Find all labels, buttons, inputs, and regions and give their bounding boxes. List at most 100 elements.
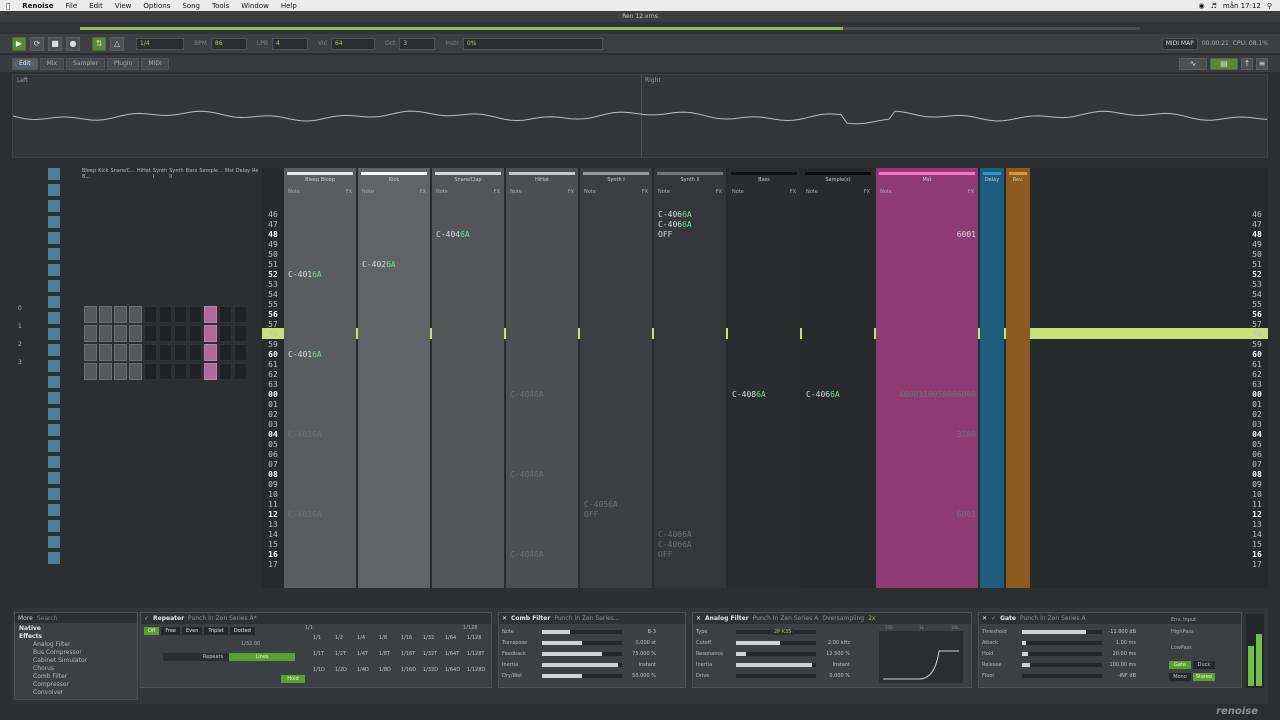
- repeater-division[interactable]: 1/16D: [401, 667, 423, 683]
- matrix-slot[interactable]: [189, 325, 202, 342]
- repeater-division[interactable]: 1/1D: [313, 667, 335, 683]
- sequence-slot[interactable]: [48, 472, 60, 484]
- pattern-cell[interactable]: C-4016A: [284, 430, 354, 440]
- repeater-division[interactable]: 1/4T: [357, 651, 379, 667]
- matrix-slot[interactable]: [144, 344, 157, 361]
- sequence-slot[interactable]: [48, 216, 60, 228]
- matrix-slot[interactable]: [84, 344, 97, 361]
- matrix-slot[interactable]: [234, 344, 247, 361]
- matrix-slot[interactable]: [159, 306, 172, 323]
- matrix-slot[interactable]: [174, 344, 187, 361]
- play-button[interactable]: ▶: [12, 36, 26, 51]
- track-header[interactable]: HiHat Note FX: [506, 168, 578, 206]
- sequence-slot[interactable]: [48, 248, 60, 260]
- sequence-slot[interactable]: [48, 536, 60, 548]
- repeater-division[interactable]: 1/128D: [467, 667, 489, 683]
- track-column[interactable]: Bleep Bloop Note FX: [284, 168, 356, 588]
- track-header[interactable]: Bass Note FX: [728, 168, 800, 206]
- matrix-slot[interactable]: [144, 325, 157, 342]
- param-slider[interactable]: [542, 640, 622, 645]
- track-header[interactable]: Rev.: [1006, 168, 1030, 206]
- analog-close-icon[interactable]: ✕: [696, 615, 701, 622]
- track-column[interactable]: Sample(s) Note FX: [802, 168, 874, 588]
- pattern-cell[interactable]: 6001: [876, 510, 976, 520]
- sequence-slot[interactable]: [48, 280, 60, 292]
- track-header[interactable]: Synth II Note FX: [654, 168, 726, 206]
- matrix-slot[interactable]: [219, 306, 232, 323]
- repeater-division[interactable]: 1/64D: [445, 667, 467, 683]
- param-slider[interactable]: [542, 651, 622, 656]
- matrix-slot[interactable]: [129, 344, 142, 361]
- pattern-cell[interactable]: C-4016A: [284, 350, 354, 360]
- gate-enable-checkbox[interactable]: ✓: [991, 615, 996, 622]
- menu-edit[interactable]: Edit: [83, 2, 109, 10]
- duck-mode-button[interactable]: Duck: [1193, 661, 1215, 669]
- follow-button[interactable]: ⇅: [92, 36, 106, 51]
- sequence-slot[interactable]: [48, 440, 60, 452]
- sequence-slot[interactable]: [48, 264, 60, 276]
- matrix-slot[interactable]: [219, 363, 232, 380]
- pattern-matrix[interactable]: [84, 306, 247, 382]
- matrix-slot[interactable]: [99, 344, 112, 361]
- repeater-division[interactable]: 1/8: [379, 635, 401, 651]
- midi-map-button[interactable]: MIDI MAP: [1161, 37, 1198, 50]
- track-header[interactable]: Snare/Clap Note FX: [432, 168, 504, 206]
- repeater-division[interactable]: 1/64T: [445, 651, 467, 667]
- matrix-slot[interactable]: [204, 306, 217, 323]
- comb-close-icon[interactable]: ✕: [502, 615, 507, 622]
- matrix-slot[interactable]: [144, 306, 157, 323]
- menu-options[interactable]: Options: [137, 2, 176, 10]
- sequence-slot[interactable]: [48, 488, 60, 500]
- seq-row-0[interactable]: 0: [18, 305, 62, 323]
- param-slider[interactable]: [736, 662, 816, 667]
- matrix-slot[interactable]: [189, 344, 202, 361]
- stop-button[interactable]: ■: [48, 36, 62, 51]
- repeater-division[interactable]: 1/8D: [379, 667, 401, 683]
- matrix-slot[interactable]: [99, 363, 112, 380]
- repeater-division[interactable]: 1/2D: [335, 667, 357, 683]
- browser-item[interactable]: Chorus: [19, 665, 133, 673]
- repeater-division[interactable]: 1/1T: [313, 651, 335, 667]
- matrix-slot[interactable]: [174, 325, 187, 342]
- browser-more[interactable]: More: [18, 615, 33, 622]
- matrix-slot[interactable]: [174, 306, 187, 323]
- sequence-slot[interactable]: [48, 392, 60, 404]
- tab-mix[interactable]: Mix: [39, 57, 65, 70]
- track-column[interactable]: Delay: [980, 168, 1004, 588]
- param-slider[interactable]: [542, 673, 622, 678]
- apple-icon[interactable]: : [0, 2, 16, 10]
- browser-item[interactable]: Analog Filter: [19, 641, 133, 649]
- spectrum-button[interactable]: ▤: [1210, 57, 1238, 70]
- seq-row-3[interactable]: 3: [18, 359, 62, 377]
- repeater-hold-button[interactable]: Hold: [281, 675, 305, 683]
- repeater-division[interactable]: 1/1: [313, 635, 335, 651]
- oct-field[interactable]: 3: [399, 37, 436, 50]
- menu-window[interactable]: Window: [235, 2, 275, 10]
- sequence-slot[interactable]: [48, 504, 60, 516]
- matrix-slot[interactable]: [99, 325, 112, 342]
- pattern-cell[interactable]: C-4066A: [802, 390, 872, 400]
- param-slider[interactable]: [736, 651, 816, 656]
- matrix-slot[interactable]: [189, 363, 202, 380]
- repeater-division[interactable]: 1/128: [467, 635, 489, 651]
- param-slider[interactable]: [1022, 651, 1102, 656]
- repeater-mode-button[interactable]: Dotted: [229, 627, 255, 635]
- matrix-slot[interactable]: [159, 344, 172, 361]
- tab-midi[interactable]: MIDI: [141, 57, 169, 70]
- pattern-cell[interactable]: C-4086A: [728, 390, 798, 400]
- tab-plugin[interactable]: Plugin: [107, 57, 140, 70]
- spotlight-icon[interactable]: ⚲: [1267, 2, 1272, 10]
- menu-button[interactable]: ≡: [1256, 57, 1268, 70]
- menu-file[interactable]: File: [59, 2, 83, 10]
- matrix-slot[interactable]: [219, 344, 232, 361]
- matrix-slot[interactable]: [204, 363, 217, 380]
- vol-field[interactable]: 64: [330, 37, 375, 50]
- repeater-division[interactable]: 1/32: [423, 635, 445, 651]
- browser-item[interactable]: Convolver: [19, 689, 133, 697]
- pattern-cell[interactable]: C-4056A: [580, 500, 650, 510]
- track-header[interactable]: Kick Note FX: [358, 168, 430, 206]
- repeater-division[interactable]: 1/32D: [423, 667, 445, 683]
- scope-button[interactable]: ∿: [1179, 57, 1207, 70]
- matrix-slot[interactable]: [84, 325, 97, 342]
- lpb-field[interactable]: 4: [272, 37, 308, 50]
